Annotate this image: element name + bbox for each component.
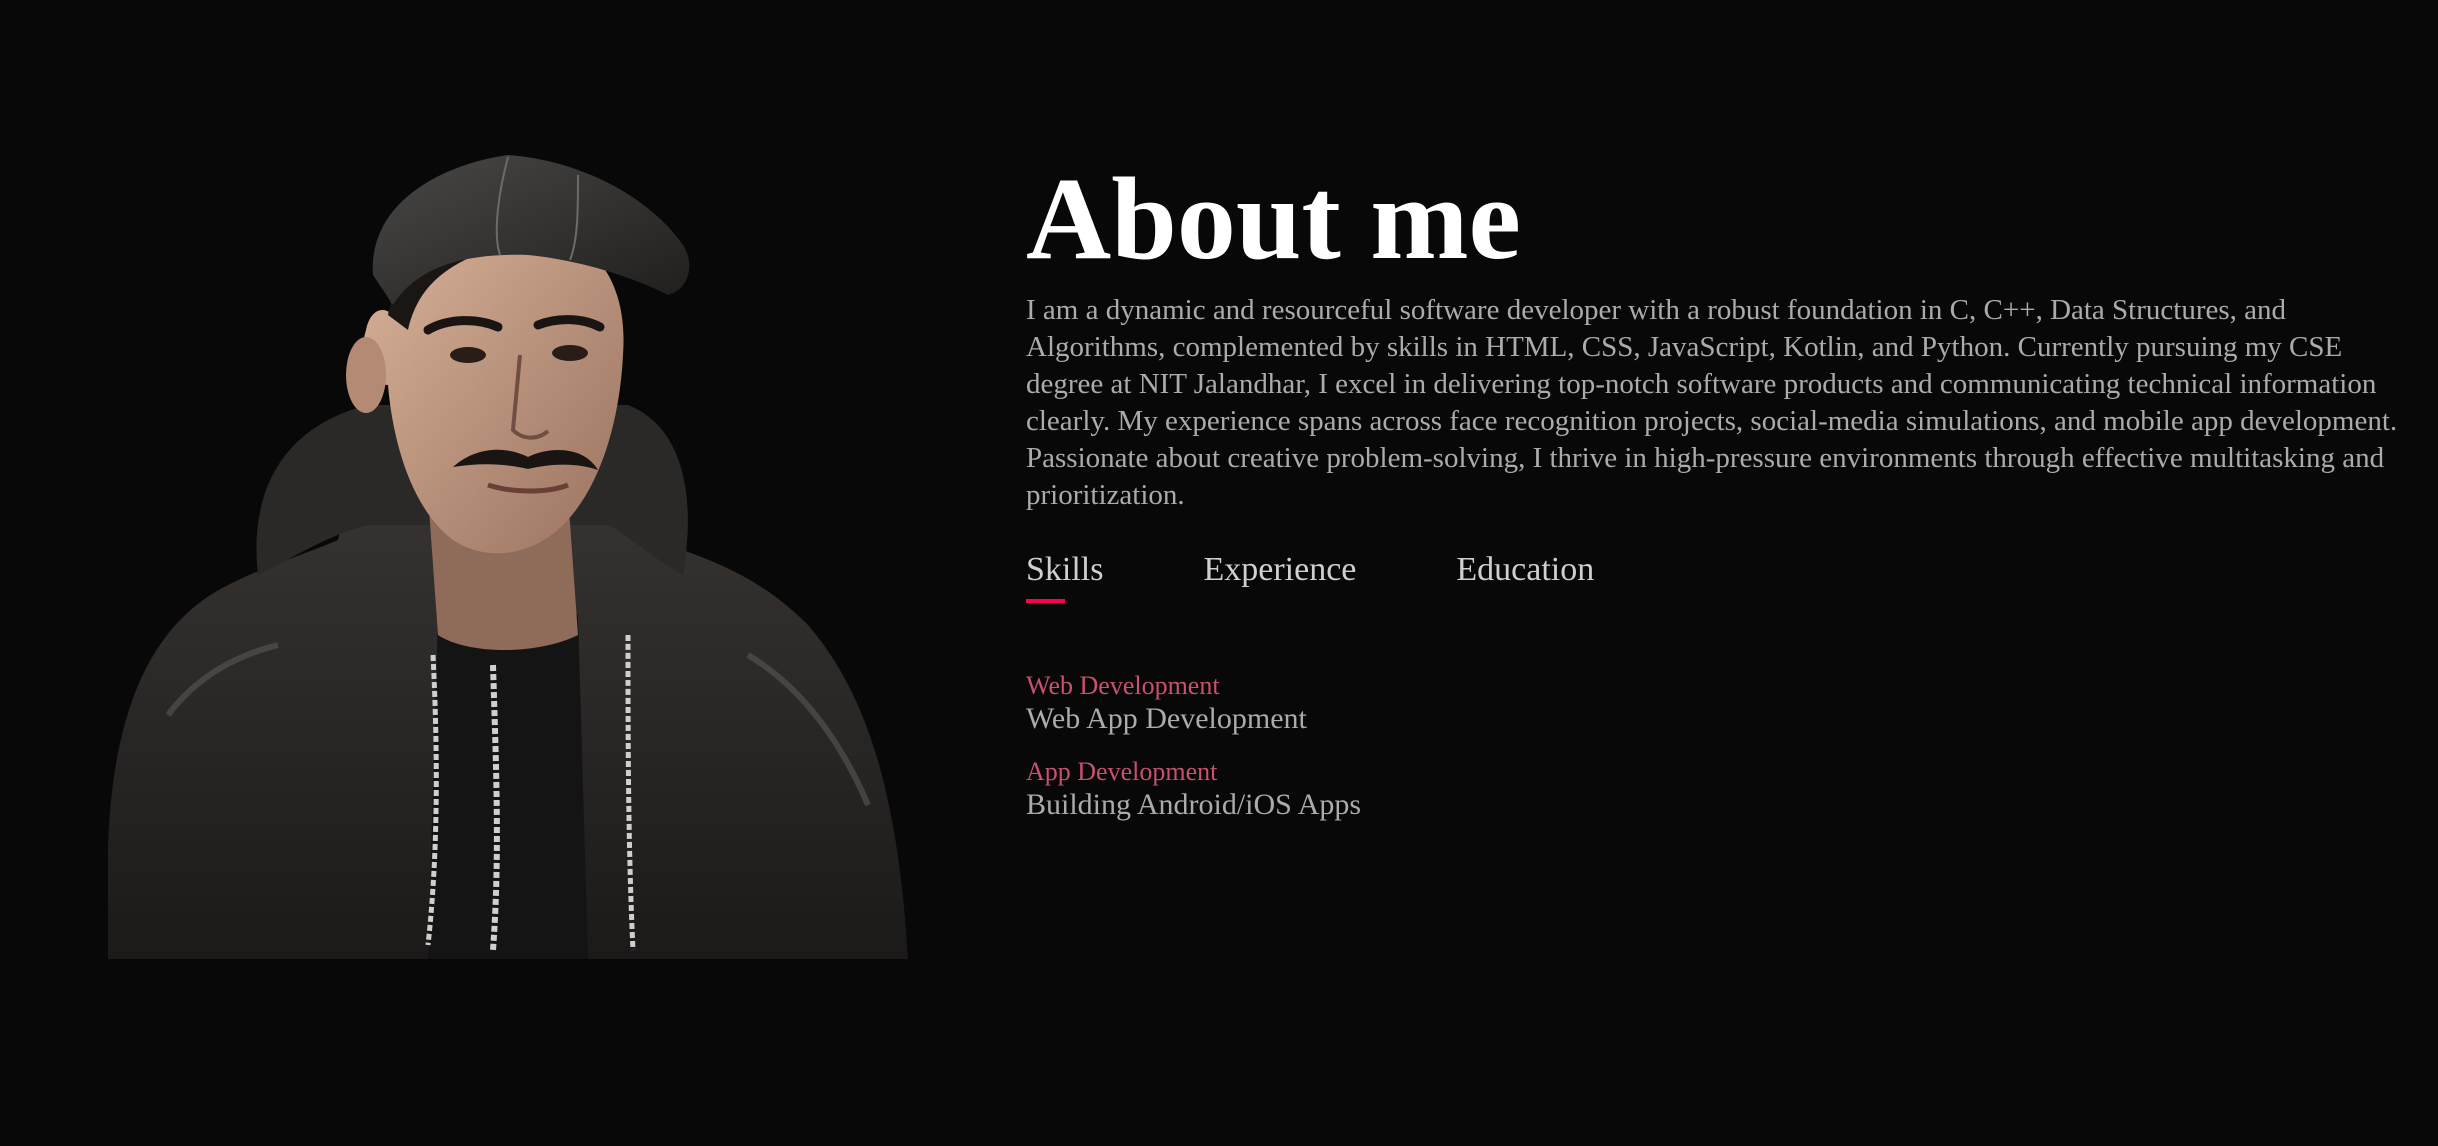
tab-skills[interactable]: Skills xyxy=(1026,551,1103,603)
tab-education[interactable]: Education xyxy=(1456,551,1594,603)
list-item: Web Development Web App Development xyxy=(1026,671,2406,737)
list-item: App Development Building Android/iOS App… xyxy=(1026,757,2406,823)
skill-category: App Development xyxy=(1026,757,1218,786)
profile-photo xyxy=(108,155,908,959)
tab-experience[interactable]: Experience xyxy=(1203,551,1356,603)
about-section: About me I am a dynamic and resourceful … xyxy=(1026,150,2406,843)
skill-detail: Building Android/iOS Apps xyxy=(1026,788,1362,821)
tab-bar: Skills Experience Education xyxy=(1026,551,2406,603)
person-photo-icon xyxy=(108,155,908,959)
skill-category: Web Development xyxy=(1026,671,1220,700)
skills-list: Web Development Web App Development App … xyxy=(1026,671,2406,823)
skill-detail: Web App Development xyxy=(1026,702,1307,735)
about-description: I am a dynamic and resourceful software … xyxy=(1026,294,2398,511)
page-title: About me xyxy=(1026,153,1521,284)
